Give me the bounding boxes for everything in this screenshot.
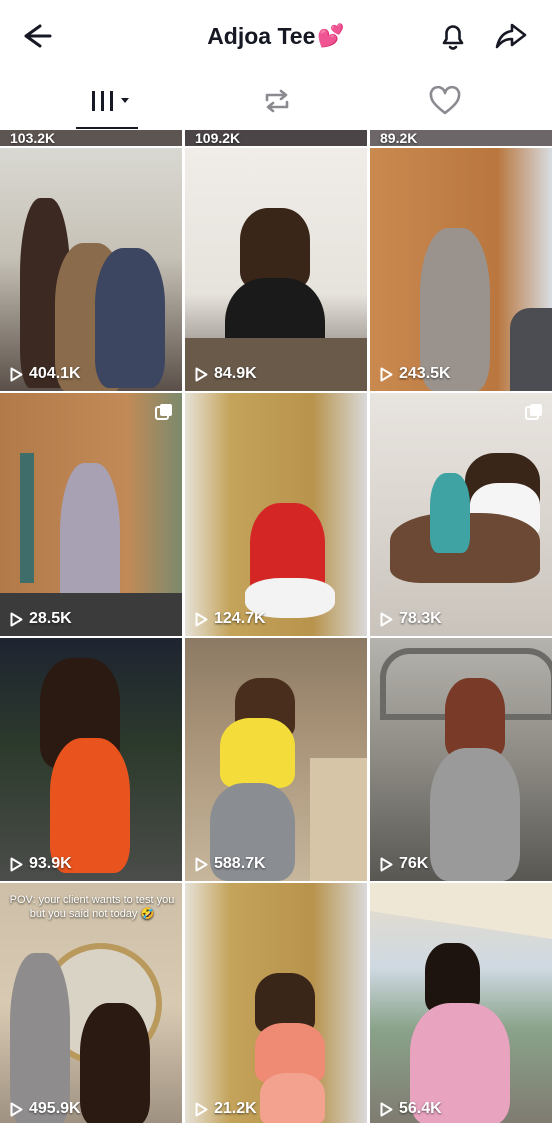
profile-tabs [0,72,552,130]
tab-repost[interactable] [255,72,299,130]
video-tile[interactable]: 404.1K [0,148,182,391]
video-tile-partial[interactable]: 109.2K [185,130,367,146]
video-tile[interactable]: 76K [370,638,552,881]
video-tile[interactable]: 124.7K [185,393,367,636]
grid-bars-icon [92,91,129,111]
view-count-text: 243.5K [399,365,451,382]
play-icon [195,612,208,626]
video-tile[interactable]: 84.9K [185,148,367,391]
view-count-text: 404.1K [29,365,81,382]
video-tile-partial[interactable]: 89.2K [370,130,552,146]
active-tab-indicator [76,127,138,129]
video-tile[interactable]: 93.9K [0,638,182,881]
view-count-text: 78.3K [399,610,442,627]
play-icon [10,612,23,626]
view-count: 109.2K [195,130,241,146]
heart-icon [429,86,461,115]
play-icon [10,1102,23,1116]
view-count: 76K [380,855,428,873]
play-icon [380,367,393,381]
view-count-text: 84.9K [214,365,257,382]
view-count: 78.3K [380,610,442,628]
profile-title: Adjoa Tee 💕 [207,23,345,50]
video-tile[interactable]: 21.2K [185,883,367,1123]
video-grid: 103.2K 109.2K 89.2K 404.1K 84.9K 243.5K [0,130,552,1123]
view-count: 588.7K [195,855,266,873]
view-count-text: 76K [399,855,429,872]
view-count: 89.2K [380,130,418,146]
view-count: 404.1K [10,365,81,383]
back-arrow-icon[interactable] [20,18,56,54]
view-count: 21.2K [195,1100,257,1118]
multi-photo-icon [155,404,172,420]
view-count: 84.9K [195,365,257,383]
play-icon [195,367,208,381]
play-icon [195,857,208,871]
profile-header: Adjoa Tee 💕 [0,0,552,72]
view-count-text: 495.9K [29,1100,81,1117]
video-tile[interactable]: 28.5K [0,393,182,636]
video-tile[interactable]: POV: your client wants to test you but y… [0,883,182,1123]
view-count-text: 56.4K [399,1100,442,1117]
play-icon [380,612,393,626]
view-count: 103.2K [10,130,56,146]
play-icon [10,367,23,381]
video-caption: POV: your client wants to test you but y… [9,894,175,920]
play-icon [195,1102,208,1116]
view-count: 495.9K [10,1100,81,1118]
video-tile[interactable]: 243.5K [370,148,552,391]
play-icon [380,1102,393,1116]
view-count: 124.7K [195,610,266,628]
video-tile[interactable]: 56.4K [370,883,552,1123]
profile-name: Adjoa Tee [207,22,316,49]
video-tile-partial[interactable]: 103.2K [0,130,182,146]
share-icon[interactable] [493,18,529,54]
view-count: 56.4K [380,1100,442,1118]
view-count-text: 124.7K [214,610,266,627]
view-count-text: 93.9K [29,855,72,872]
view-count: 243.5K [380,365,451,383]
tab-videos[interactable] [88,72,136,130]
view-count: 93.9K [10,855,72,873]
view-count-text: 588.7K [214,855,266,872]
video-tile[interactable]: 588.7K [185,638,367,881]
view-count-text: 28.5K [29,610,72,627]
multi-photo-icon [525,404,542,420]
play-icon [10,857,23,871]
repost-icon [265,89,289,113]
bell-icon[interactable] [435,18,471,54]
heart-emoji: 💕 [317,23,345,48]
video-tile[interactable]: 78.3K [370,393,552,636]
view-count: 28.5K [10,610,72,628]
view-count-text: 21.2K [214,1100,257,1117]
tab-liked[interactable] [425,72,465,130]
play-icon [380,857,393,871]
